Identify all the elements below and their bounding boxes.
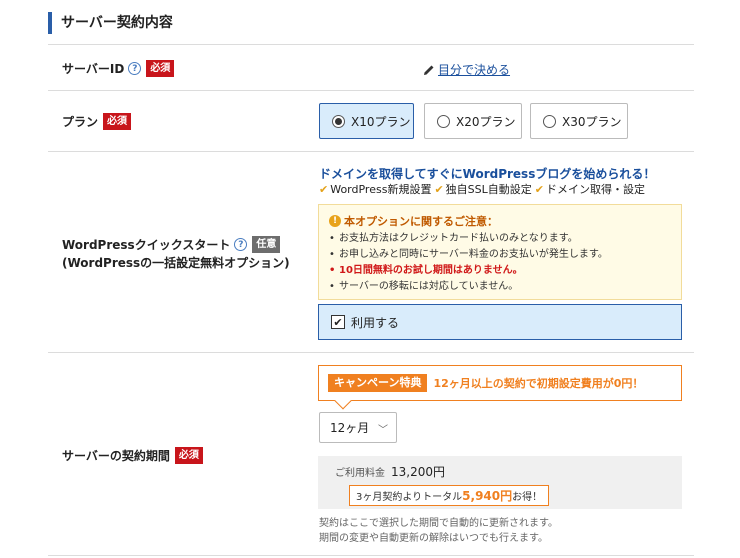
wp-quickstart-sublabel: (WordPressの一括設定無料オプション) (62, 256, 290, 270)
discount-badge: 3ヶ月契約よりトータル5,940円お得！ (349, 485, 550, 506)
discount-prefix: 3ヶ月契約よりトータル (356, 492, 463, 503)
notice-title: ! 本オプションに関するご注意： (329, 213, 671, 229)
plan-option-x20[interactable]: X20プラン (424, 103, 522, 139)
help-icon[interactable]: ? (128, 62, 142, 75)
divider (48, 90, 694, 91)
self-decide-link[interactable]: 目分で決める (423, 61, 510, 78)
campaign-badge: キャンペーン特典 (328, 374, 428, 392)
price-value: 13,200円 (391, 465, 445, 479)
contract-period-select[interactable]: 12ヶ月 ﹀ (319, 412, 397, 443)
plan-option-label: X30プラン (562, 114, 622, 129)
renewal-note: 契約はここで選択した期間で自動的に更新されます。 期間の変更や自動更新の解除はい… (319, 516, 558, 546)
notice-title-text: 本オプションに関するご注意： (344, 215, 498, 228)
feature-text: 独自SSL自動設定 (445, 183, 532, 196)
contract-period-label-text: サーバーの契約期間 (62, 449, 170, 463)
contract-period-value: 12ヶ月 (330, 421, 370, 435)
server-id-label-text: サーバーID (62, 62, 125, 76)
wp-quickstart-label: WordPressクイックスタート ? 任意 (62, 236, 281, 253)
help-icon[interactable]: ? (234, 238, 248, 251)
campaign-pointer (334, 392, 352, 410)
check-icon: ✔ (434, 182, 444, 196)
plan-label-text: プラン (62, 115, 99, 129)
wp-feature-list: ✔ WordPress新規設置 ✔ 独自SSL自動設定 ✔ ドメイン取得・設定 (319, 181, 648, 197)
renewal-note-line: 契約はここで選択した期間で自動的に更新されます。 (319, 518, 558, 529)
plan-option-x30[interactable]: X30プラン (530, 103, 628, 139)
divider (48, 151, 694, 152)
required-badge: 必須 (103, 113, 132, 130)
option-notice: ! 本オプションに関するご注意： お支払方法はクレジットカード払いのみとなります… (318, 204, 682, 300)
section-title: サーバー契約内容 (48, 12, 173, 34)
contract-period-label: サーバーの契約期間 必須 (62, 447, 203, 464)
wp-quickstart-label-text: WordPressクイックスタート (62, 238, 231, 252)
use-quickstart-checkbox[interactable]: ✔ 利用する (318, 304, 682, 340)
feature-text: ドメイン取得・設定 (545, 183, 645, 196)
campaign-banner: キャンペーン特典 12ヶ月以上の契約で初期設定費用が0円！ (318, 365, 682, 410)
radio-selected-icon (332, 114, 345, 128)
wp-headline: ドメインを取得してすぐにWordPressブログを始められる！ (319, 167, 656, 181)
check-icon: ✔ (319, 182, 329, 196)
discount-amount: 5,940円 (462, 489, 513, 503)
pencil-icon (424, 65, 434, 75)
notice-item-warning: 10日間無料のお試し期間はありません。 (329, 263, 671, 279)
campaign-text: 12ヶ月以上の契約で初期設定費用が0円！ (433, 377, 644, 390)
use-label: 利用する (351, 315, 400, 330)
feature-item: ✔ WordPress新規設置 (319, 181, 431, 197)
divider (48, 44, 694, 45)
notice-item: お申し込みと同時にサーバー料金のお支払いが発生します。 (329, 247, 671, 263)
server-id-label: サーバーID ? 必須 (62, 60, 175, 77)
plan-option-label: X10プラン (351, 114, 411, 129)
notice-item: お支払方法はクレジットカード払いのみとなります。 (329, 231, 671, 247)
plan-option-label: X20プラン (456, 114, 516, 129)
notice-list: お支払方法はクレジットカード払いのみとなります。 お申し込みと同時にサーバー料金… (329, 231, 671, 295)
required-badge: 必須 (174, 447, 203, 464)
checkbox-checked-icon: ✔ (331, 315, 345, 329)
feature-item: ✔ 独自SSL自動設定 (434, 181, 531, 197)
divider (48, 352, 694, 353)
chevron-down-icon: ﹀ (378, 425, 388, 436)
radio-icon (437, 114, 450, 128)
divider (48, 555, 694, 556)
price-row: ご利用料金 13,200円 (335, 463, 682, 480)
warning-icon: ! (329, 215, 341, 227)
plan-option-x10[interactable]: X10プラン (319, 103, 414, 139)
price-summary: ご利用料金 13,200円 3ヶ月契約よりトータル5,940円お得！ (318, 456, 682, 509)
self-decide-link-text[interactable]: 目分で決める (438, 61, 510, 78)
notice-item: サーバーの移転には対応していません。 (329, 279, 671, 295)
discount-suffix: お得！ (512, 492, 543, 503)
feature-item: ✔ ドメイン取得・設定 (535, 181, 645, 197)
optional-badge: 任意 (252, 236, 281, 253)
radio-icon (543, 114, 556, 128)
renewal-note-line: 期間の変更や自動更新の解除はいつでも行えます。 (319, 533, 548, 544)
check-icon: ✔ (534, 182, 544, 196)
feature-text: WordPress新規設置 (330, 183, 432, 196)
plan-label: プラン 必須 (62, 113, 132, 130)
required-badge: 必須 (146, 60, 175, 77)
price-label: ご利用料金 (335, 468, 385, 479)
